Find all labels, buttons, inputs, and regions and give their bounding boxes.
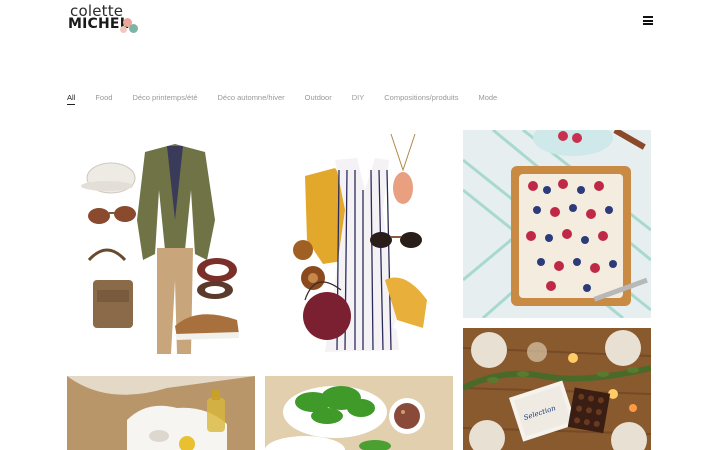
menu-bar	[643, 16, 653, 18]
filter-outdoor[interactable]: Outdoor	[305, 93, 332, 105]
filter-deco-automne-hiver[interactable]: Déco automne/hiver	[218, 93, 285, 105]
filter-compositions-produits[interactable]: Compositions/produits	[384, 93, 458, 105]
filter-mode[interactable]: Mode	[478, 93, 497, 105]
menu-bar	[643, 19, 653, 22]
filter-food[interactable]: Food	[95, 93, 112, 105]
portfolio-tile-berry-bark[interactable]	[463, 130, 651, 318]
filter-diy[interactable]: DIY	[352, 93, 365, 105]
filter-deco-printemps-ete[interactable]: Déco printemps/été	[132, 93, 197, 105]
festive-table-image: Selection	[463, 328, 651, 450]
mens-outfit-image	[81, 144, 239, 354]
olive-oil-dish-image	[67, 376, 255, 450]
portfolio-tile-festive-table[interactable]: Selection	[463, 328, 651, 450]
salad-image	[265, 376, 453, 450]
category-filter-bar: All Food Déco printemps/été Déco automne…	[67, 93, 517, 105]
filter-all[interactable]: All	[67, 93, 76, 105]
portfolio-tile-womens-outfit[interactable]	[265, 130, 453, 362]
menu-bar	[643, 23, 653, 25]
site-logo[interactable]: colette MICHEL	[68, 4, 138, 36]
portfolio-tile-mens-outfit[interactable]	[67, 130, 255, 362]
logo-dot-light	[120, 26, 127, 33]
logo-dot-teal	[129, 24, 138, 33]
hamburger-menu-icon[interactable]	[643, 16, 653, 25]
berry-bark-image	[463, 130, 651, 318]
portfolio-tile-salad[interactable]	[265, 376, 453, 450]
womens-outfit-image	[293, 133, 427, 352]
portfolio-tile-olive-oil-dish[interactable]	[67, 376, 255, 450]
